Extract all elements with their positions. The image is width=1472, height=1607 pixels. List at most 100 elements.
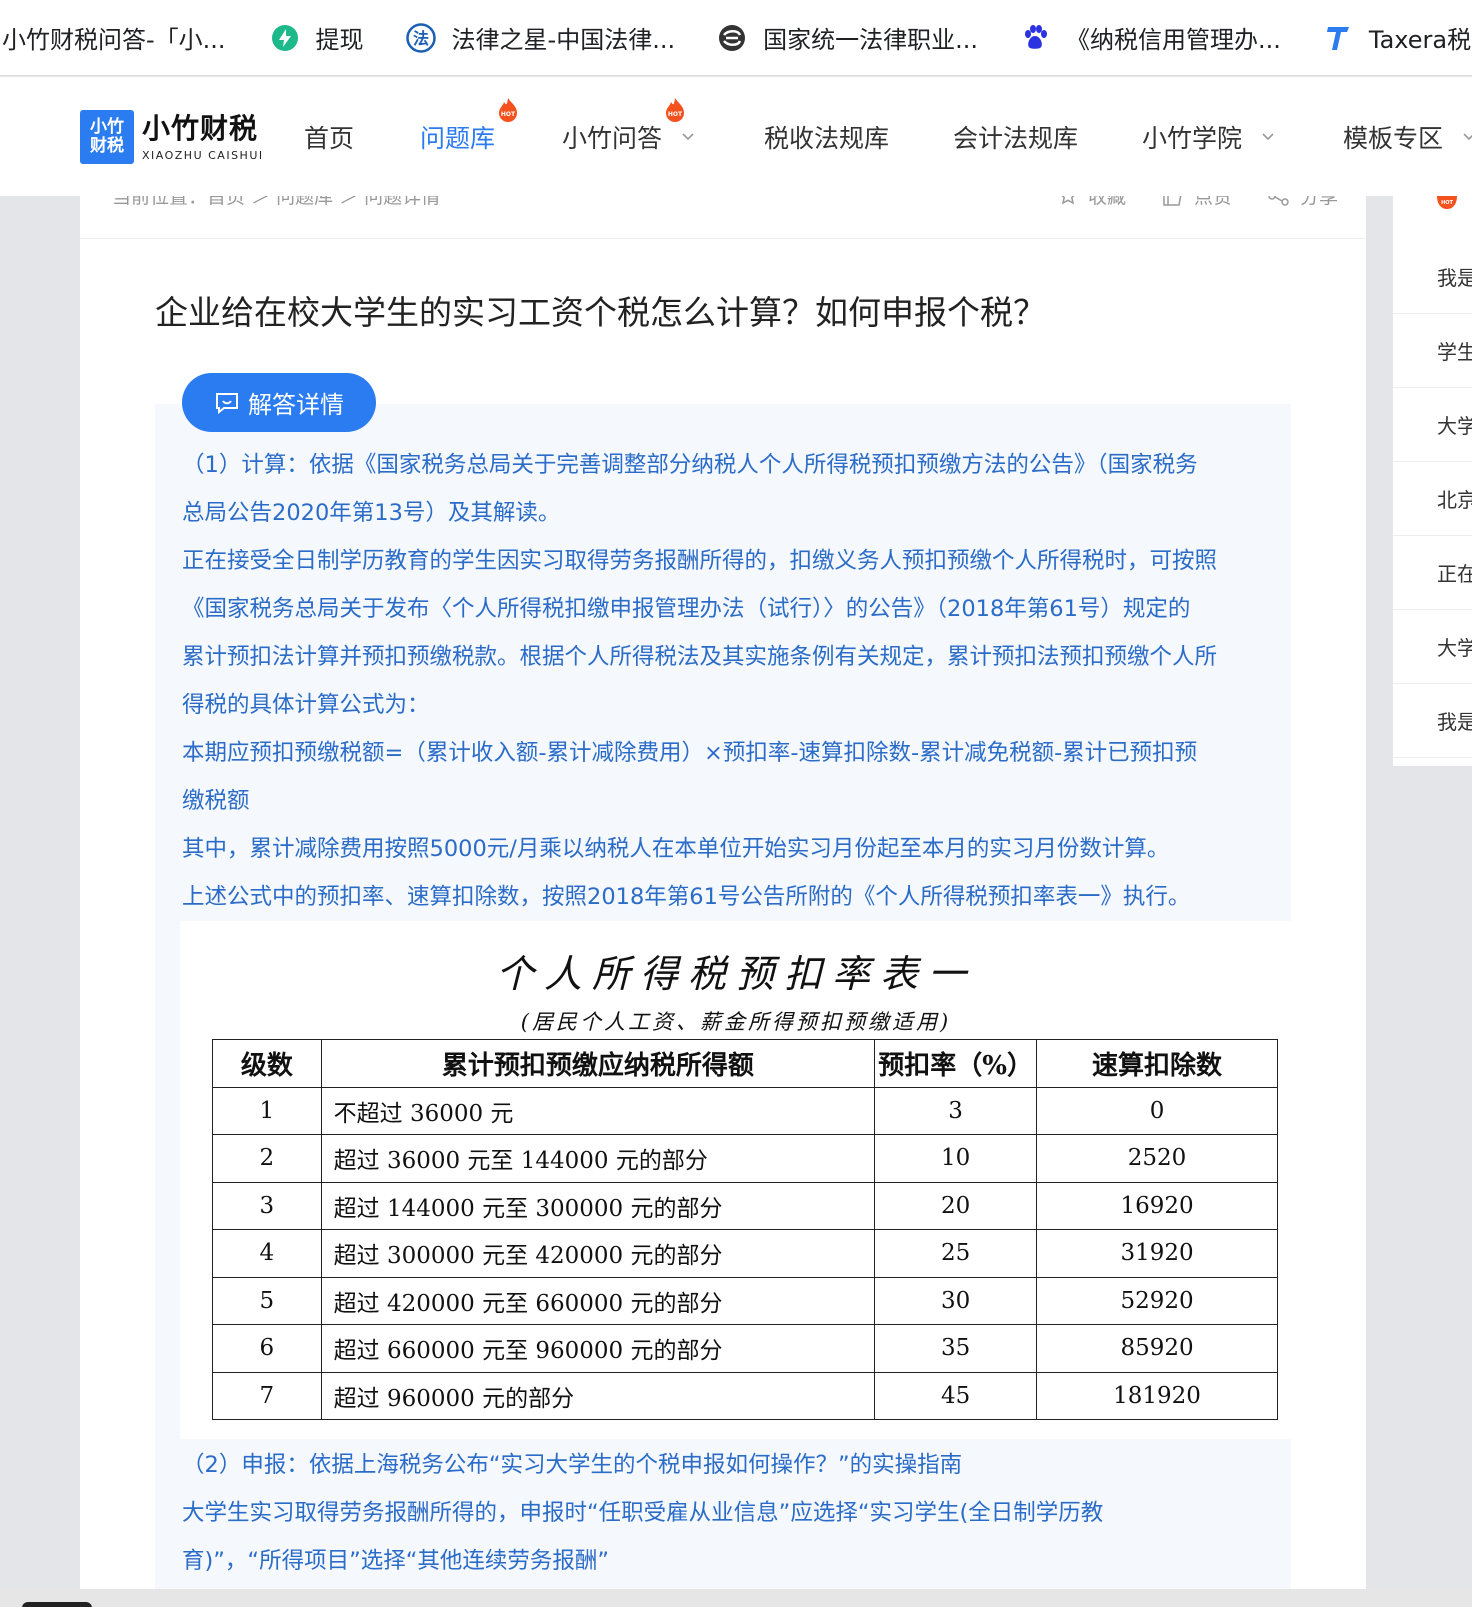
hot-flame-icon: HOT: [499, 98, 518, 122]
related-question-item[interactable]: 我是: [1393, 684, 1472, 758]
taxera-t-icon: [1323, 23, 1353, 53]
answer-line: 大学生实习取得劳务报酬所得的，申报时“任职受雇从业信息”应选择“实习学生(全日制…: [182, 1500, 1104, 1526]
answer-text-part2: （2）申报：依据上海税务公布“实习大学生的个税申报如何操作？”的实操指南 大学生…: [182, 1441, 1292, 1585]
answer-details-badge: 解答详情: [182, 373, 376, 432]
table-row: 3 超过 144000 元至 300000 元的部分 20 16920: [212, 1181, 1278, 1230]
table-cell: 52920: [1036, 1276, 1278, 1325]
table-cell: 5: [212, 1276, 322, 1325]
bookmark-law-star[interactable]: 法 法律之星-中国法律...: [405, 20, 675, 55]
table-cell: 超过 36000 元至 144000 元的部分: [320, 1134, 876, 1183]
nav-academy[interactable]: 小竹学院: [1142, 119, 1276, 155]
table-cell: 超过 300000 元至 420000 元的部分: [320, 1229, 876, 1278]
answer-line: 育)”，“所得项目”选择“其他连续劳务报酬”: [182, 1548, 610, 1574]
bookmark-tax-credit[interactable]: 《纳税信用管理办...: [1020, 20, 1281, 55]
table-cell: 不超过 36000 元: [320, 1086, 876, 1135]
question-title: 企业给在校大学生的实习工资个税怎么计算？如何申报个税？: [155, 293, 1046, 332]
table-cell: 2520: [1036, 1134, 1278, 1183]
related-question-item[interactable]: 学生: [1393, 314, 1472, 388]
breadcrumb[interactable]: 当前位置：首页 ＞ 问题库 ＞ 问题详情: [112, 196, 440, 209]
related-question-item[interactable]: 大学: [1393, 388, 1472, 462]
chat-bubble-icon: [216, 392, 238, 414]
question-actions: 收藏 点赞 分享: [1058, 196, 1338, 209]
law-star-icon: 法: [405, 22, 436, 53]
bookmark-taxera[interactable]: Taxera税纪: [1323, 20, 1472, 55]
answer-line: 总局公告2020年第13号）及其解读。: [182, 500, 561, 526]
hot-flame-icon: HOT: [1437, 196, 1457, 209]
column-header: 速算扣除数: [1036, 1039, 1278, 1088]
tax-table-subtitle: (居民个人工资、薪金所得预扣预缴适用): [520, 1010, 952, 1034]
nav-question-bank[interactable]: 问题库 HOT: [420, 98, 518, 155]
related-questions-sidebar: HOT 我是 学生 大学 北京 正在 大学 我是: [1393, 196, 1472, 766]
table-cell: 85920: [1036, 1324, 1278, 1373]
table-cell: 超过 144000 元至 300000 元的部分: [320, 1181, 876, 1230]
logo-name: 小竹财税: [142, 111, 259, 145]
svg-text:法: 法: [413, 29, 429, 48]
answer-line: 累计预扣法计算并预扣预缴税款。根据个人所得税法及其实施条例有关规定，累计预扣法预…: [182, 644, 1218, 670]
table-cell: 181920: [1036, 1371, 1278, 1420]
bookmark-legal-exam[interactable]: 国家统一法律职业...: [717, 20, 978, 55]
chevron-down-icon: [1463, 133, 1472, 141]
nav-tax-law[interactable]: 税收法规库: [764, 119, 889, 155]
swirl-icon: [717, 23, 747, 53]
breadcrumb-row: 当前位置：首页 ＞ 问题库 ＞ 问题详情 收藏 点赞 分享: [80, 196, 1366, 239]
answer-line: （2）申报：依据上海税务公布“实习大学生的个税申报如何操作？”的实操指南: [182, 1452, 963, 1478]
share-button[interactable]: 分享: [1268, 196, 1338, 209]
answer-line: 正在接受全日制学历教育的学生因实习取得劳务报酬所得的，扣缴义务人预扣预缴个人所得…: [182, 548, 1218, 574]
table-header-row: 级数 累计预扣预缴应纳税所得额 预扣率（%） 速算扣除数: [212, 1039, 1278, 1088]
svg-text:HOT: HOT: [668, 111, 683, 118]
logo-name-en: XIAOZHU CAISHUI: [142, 148, 264, 162]
baidu-paw-icon: [1020, 23, 1050, 53]
table-cell: 3: [874, 1086, 1038, 1135]
table-cell: 0: [1036, 1086, 1278, 1135]
nav-templates[interactable]: 模板专区: [1343, 119, 1472, 155]
logo-mark: 小竹 财税: [80, 110, 134, 164]
answer-line: 其中，累计减除费用按照5000元/月乘以纳税人在本单位开始实习月份起至本月的实习…: [182, 836, 1170, 862]
like-button[interactable]: 点赞: [1162, 196, 1232, 209]
table-cell: 31920: [1036, 1229, 1278, 1278]
nav-xiaozhu-qa[interactable]: 小竹问答 HOT: [562, 98, 696, 155]
answer-line: （1）计算：依据《国家税务总局关于完善调整部分纳税人个人所得税预扣预缴方法的公告…: [182, 452, 1198, 478]
answer-line: 《国家税务总局关于发布〈个人所得税扣缴申报管理办法（试行）〉的公告》（2018年…: [182, 596, 1191, 622]
related-question-item[interactable]: 北京: [1393, 462, 1472, 536]
site-logo[interactable]: 小竹 财税 小竹财税 XIAOZHU CAISHUI: [80, 110, 264, 164]
chevron-down-icon: [682, 133, 694, 141]
table-row: 7 超过 960000 元的部分 45 181920: [212, 1371, 1278, 1420]
table-cell: 超过 960000 元的部分: [320, 1371, 876, 1420]
answer-line: 缴税额: [182, 788, 250, 814]
column-header: 级数: [212, 1039, 322, 1088]
related-question-item[interactable]: 我是: [1393, 240, 1472, 314]
table-row: 5 超过 420000 元至 660000 元的部分 30 52920: [212, 1276, 1278, 1325]
lightning-icon: [270, 23, 300, 53]
bookmark-withdraw[interactable]: 提现: [270, 20, 364, 55]
table-cell: 25: [874, 1229, 1038, 1278]
related-question-item[interactable]: 大学: [1393, 610, 1472, 684]
thumb-up-icon: [1163, 196, 1182, 206]
answer-line: 得税的具体计算公式为：: [182, 692, 430, 718]
table-cell: 3: [212, 1181, 322, 1230]
related-question-item[interactable]: 正在: [1393, 536, 1472, 610]
nav-accounting-law[interactable]: 会计法规库: [953, 119, 1078, 155]
tax-rate-table-image: 个人所得税预扣率表一 (居民个人工资、薪金所得预扣预缴适用) 级数 累计预扣预缴…: [180, 921, 1292, 1439]
bookmarks-bar: 小竹财税问答-「小... 提现 法 法律之星-中国法律... 国家统一法律职业.…: [0, 0, 1472, 76]
tax-rate-table: 级数 累计预扣预缴应纳税所得额 预扣率（%） 速算扣除数 1 不超过 36000 …: [212, 1039, 1278, 1420]
table-cell: 20: [874, 1181, 1038, 1230]
table-cell: 1: [212, 1086, 322, 1135]
svg-text:HOT: HOT: [501, 111, 516, 118]
favorite-button[interactable]: 收藏: [1058, 196, 1126, 209]
share-icon: [1268, 196, 1289, 206]
table-cell: 2: [212, 1134, 322, 1183]
column-header: 预扣率（%）: [874, 1039, 1038, 1088]
table-cell: 10: [874, 1134, 1038, 1183]
bottom-strip: [0, 1589, 1472, 1607]
tax-table-title: 个人所得税预扣率表一: [495, 952, 976, 996]
answer-line: 上述公式中的预扣率、速算扣除数，按照2018年第61号公告所附的《个人所得税预扣…: [182, 884, 1191, 910]
table-cell: 30: [874, 1276, 1038, 1325]
table-row: 6 超过 660000 元至 960000 元的部分 35 85920: [212, 1324, 1278, 1373]
table-cell: 超过 660000 元至 960000 元的部分: [320, 1324, 876, 1373]
site-header: 小竹 财税 小竹财税 XIAOZHU CAISHUI 首页 问题库 HOT 小竹…: [0, 77, 1472, 196]
nav-home[interactable]: 首页: [304, 119, 354, 155]
taskbar-handle: [22, 1602, 92, 1607]
answer-line: 本期应预扣预缴税额=（累计收入额-累计减除费用）×预扣率-速算扣除数-累计减免税…: [182, 740, 1198, 766]
svg-text:HOT: HOT: [1441, 200, 1453, 206]
bookmark-xiaozhu[interactable]: 小竹财税问答-「小...: [2, 20, 226, 55]
